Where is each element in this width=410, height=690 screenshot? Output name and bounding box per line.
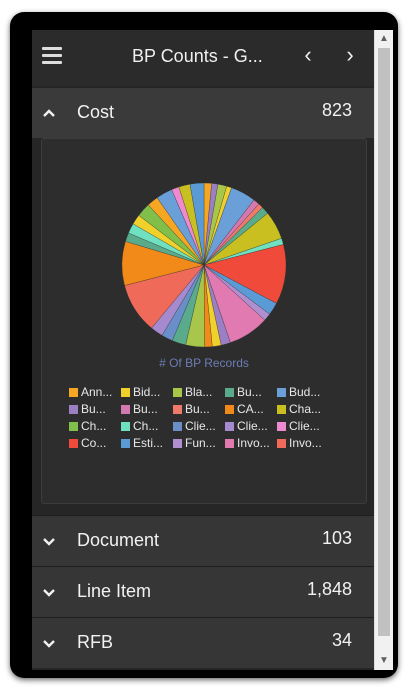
legend-swatch [225, 438, 234, 448]
scroll-up-icon[interactable]: ▲ [375, 32, 393, 46]
legend-label: Clie... [185, 419, 216, 433]
legend-swatch [277, 421, 286, 431]
scroll-thumb[interactable] [378, 48, 390, 636]
legend-item[interactable]: Clie... [173, 418, 225, 434]
legend-item[interactable]: Ann... [69, 384, 121, 400]
section-count: 823 [321, 100, 352, 120]
section-label: Cost [77, 102, 115, 122]
legend-item[interactable]: CA... [225, 401, 277, 417]
legend-swatch [69, 387, 78, 397]
legend-item[interactable]: Bu... [173, 401, 225, 417]
legend-item[interactable]: Bu... [69, 401, 121, 417]
legend-label: Ch... [133, 419, 159, 433]
legend-label: Bla... [185, 385, 213, 399]
legend-item[interactable]: Invo... [277, 435, 329, 451]
legend-label: Esti... [133, 436, 164, 450]
legend-label: Cha... [289, 402, 322, 416]
legend-label: Bu... [81, 402, 106, 416]
legend-swatch [173, 387, 182, 397]
legend-label: Co... [81, 436, 107, 450]
legend-label: Bu... [185, 402, 210, 416]
legend-label: Clie... [289, 419, 320, 433]
legend-label: Invo... [289, 436, 322, 450]
legend-swatch [121, 404, 130, 414]
pie-chart [121, 182, 287, 348]
legend-swatch [69, 438, 78, 448]
chart-measure-label: # Of BP Records [159, 356, 249, 370]
chevron-down-icon [43, 640, 55, 648]
section-count: 34 [331, 630, 352, 650]
legend-swatch [225, 387, 234, 397]
legend-item[interactable]: Invo... [225, 435, 277, 451]
section-header-cost[interactable]: Cost 823 [32, 88, 374, 138]
legend-label: Ann... [81, 385, 113, 399]
section-label: Line Item [77, 581, 152, 601]
legend-item[interactable]: Esti... [121, 435, 173, 451]
app-screen: BP Counts - G... ‹ › Cost 823 # Of BP Re… [32, 30, 374, 670]
legend-item[interactable]: Clie... [277, 418, 329, 434]
legend-item[interactable]: Bid... [121, 384, 173, 400]
legend-label: Clie... [237, 419, 268, 433]
chart-panel: # Of BP Records Ann... Bid... Bla... Bu... B… [41, 138, 367, 504]
page-title: BP Counts - G... [132, 46, 263, 66]
legend-item[interactable]: Bla... [173, 384, 225, 400]
legend-label: Bid... [133, 385, 161, 399]
legend-swatch [173, 404, 182, 414]
section-count: 103 [321, 528, 352, 548]
legend-swatch [69, 404, 78, 414]
chevron-left-icon[interactable]: ‹ [296, 42, 320, 70]
legend-item[interactable]: Clie... [225, 418, 277, 434]
legend-item[interactable]: Fun... [173, 435, 225, 451]
legend-swatch [277, 404, 286, 414]
legend-item[interactable]: Bu... [121, 401, 173, 417]
legend-label: Bu... [237, 385, 262, 399]
legend-swatch [121, 421, 130, 431]
scroll-down-icon[interactable]: ▼ [375, 654, 393, 668]
section-header-rfb[interactable]: RFB 34 [32, 618, 374, 668]
legend-label: Bud... [289, 385, 321, 399]
chevron-up-icon [43, 109, 55, 117]
legend-item[interactable]: Ch... [69, 418, 121, 434]
legend-item[interactable]: Ch... [121, 418, 173, 434]
legend-label: Fun... [185, 436, 216, 450]
legend-item[interactable]: Co... [69, 435, 121, 451]
chart-legend: Ann... Bid... Bla... Bu... Bud... Bu... Bu... B… [69, 384, 359, 451]
section-count: 1,848 [306, 579, 352, 599]
chevron-down-icon [43, 589, 55, 597]
section-label: RFB [77, 632, 113, 652]
legend-swatch [173, 421, 182, 431]
hamburger-menu-icon[interactable] [42, 47, 62, 65]
legend-label: Bu... [133, 402, 158, 416]
section-header-line-item[interactable]: Line Item 1,848 [32, 567, 374, 617]
chevron-right-icon[interactable]: › [338, 42, 362, 70]
legend-swatch [121, 387, 130, 397]
section-label: Document [77, 530, 160, 550]
legend-item[interactable]: Bu... [225, 384, 277, 400]
legend-swatch [69, 421, 78, 431]
top-bar: BP Counts - G... ‹ › [32, 30, 374, 86]
legend-label: Ch... [81, 419, 107, 433]
legend-swatch [277, 387, 286, 397]
legend-label: CA... [237, 402, 264, 416]
legend-swatch [121, 438, 130, 448]
section-header-document[interactable]: Document 103 [32, 516, 374, 566]
legend-label: Invo... [237, 436, 270, 450]
vertical-scrollbar[interactable]: ▲ ▼ [374, 30, 393, 670]
legend-item[interactable]: Cha... [277, 401, 329, 417]
legend-swatch [225, 404, 234, 414]
legend-swatch [225, 421, 234, 431]
legend-swatch [173, 438, 182, 448]
legend-swatch [277, 438, 286, 448]
legend-item[interactable]: Bud... [277, 384, 329, 400]
chevron-down-icon [43, 538, 55, 546]
